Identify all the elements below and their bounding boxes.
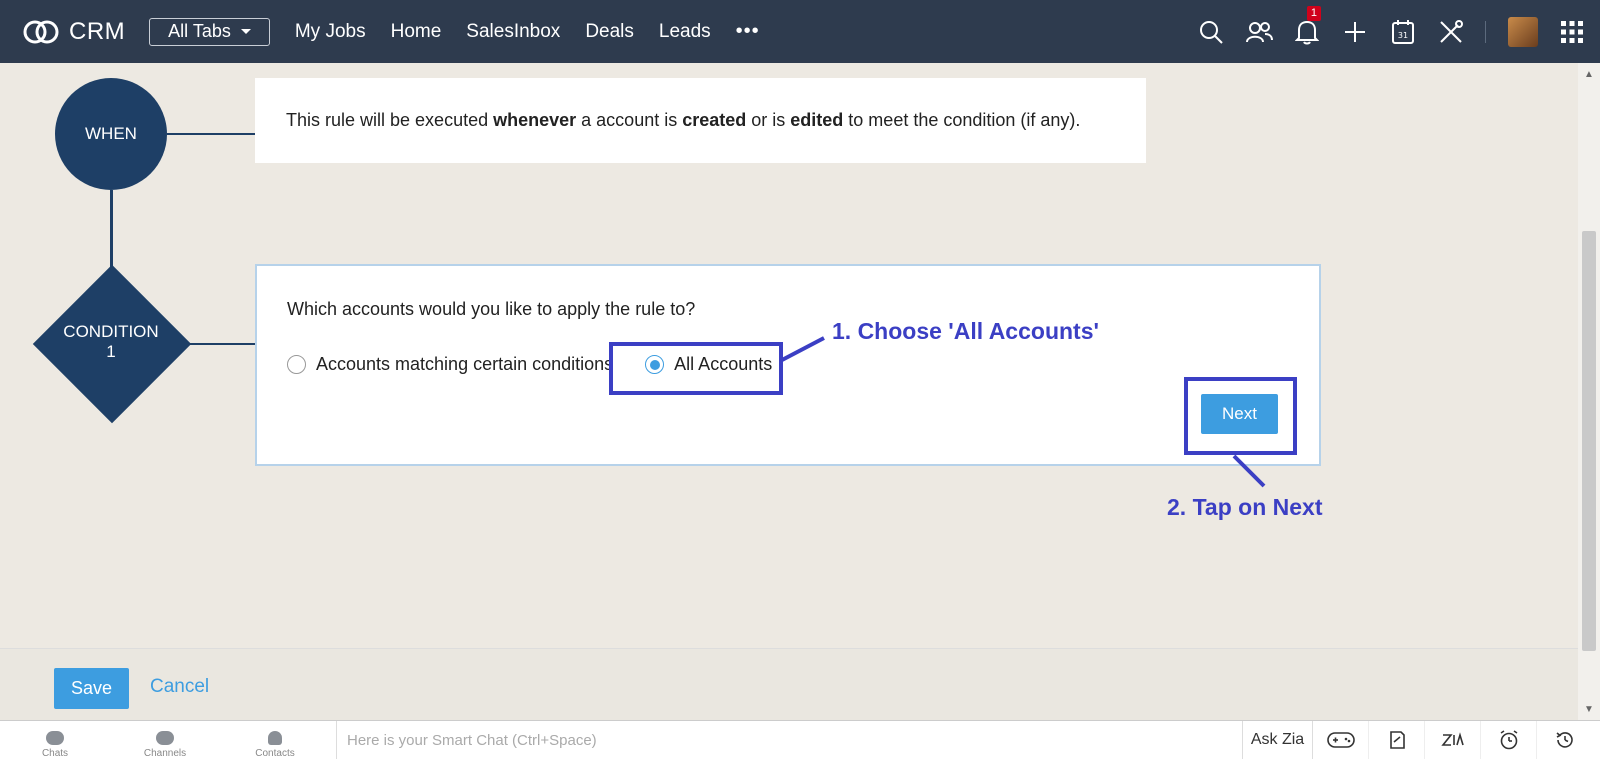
all-tabs-dropdown[interactable]: All Tabs (149, 17, 270, 46)
zia-button[interactable] (1425, 721, 1481, 759)
smart-chat-bar: Chats Channels Contacts Here is your Sma… (0, 720, 1600, 759)
condition-label-text: CONDITION (63, 322, 159, 341)
search-icon (1200, 20, 1223, 44)
chat-bubble-icon (46, 731, 64, 745)
tools-icon (1440, 19, 1463, 43)
channels-tab-label: Channels (143, 748, 187, 759)
when-description-card: This rule will be executed whenever a ac… (255, 78, 1146, 163)
users-button[interactable] (1235, 0, 1283, 63)
nav-salesinbox[interactable]: SalesInbox (466, 21, 560, 43)
when-text-bold: edited (790, 110, 844, 130)
when-text-part: This rule will be executed (286, 110, 494, 130)
condition-node-label: CONDITION 1 (33, 322, 189, 362)
condition-question: Which accounts would you like to apply t… (287, 299, 696, 319)
connector-line (188, 343, 255, 345)
nav-deals[interactable]: Deals (585, 21, 634, 43)
create-button[interactable] (1331, 0, 1379, 63)
users-icon (1246, 21, 1273, 42)
vertical-scrollbar[interactable]: ▲ ▼ (1578, 63, 1600, 720)
annotation-step2: 2. Tap on Next (1167, 494, 1323, 520)
svg-text:31: 31 (1398, 31, 1408, 40)
cancel-link[interactable]: Cancel (150, 676, 209, 698)
all-tabs-label: All Tabs (168, 21, 231, 41)
save-button[interactable]: Save (54, 668, 129, 709)
annotation-box-next (1184, 377, 1297, 455)
alarm-button[interactable] (1481, 721, 1537, 759)
caret-down-icon (240, 29, 251, 34)
history-icon (1556, 732, 1573, 748)
smart-chat-input[interactable]: Here is your Smart Chat (Ctrl+Space) (336, 721, 1243, 759)
calendar-button[interactable]: 31 (1379, 0, 1427, 63)
apps-grid-icon (1561, 20, 1583, 43)
when-description: This rule will be executed whenever a ac… (286, 110, 1080, 131)
radio-accounts-matching-label[interactable]: Accounts matching certain conditions (316, 354, 613, 375)
scroll-up-arrow-icon[interactable]: ▲ (1584, 69, 1594, 80)
history-button[interactable] (1537, 721, 1593, 759)
group-icon (156, 731, 174, 745)
notes-icon (1389, 731, 1405, 749)
radio-accounts-matching[interactable] (287, 355, 306, 374)
nav-leads[interactable]: Leads (659, 21, 711, 43)
gamepad-button[interactable] (1313, 721, 1369, 759)
notification-badge: 1 (1306, 6, 1321, 21)
condition-card: Which accounts would you like to apply t… (255, 264, 1321, 466)
when-node: WHEN (55, 78, 167, 190)
search-button[interactable] (1187, 0, 1235, 63)
separator (1485, 20, 1486, 43)
avatar[interactable] (1508, 16, 1538, 47)
contacts-tab-label: Contacts (255, 748, 295, 759)
action-footer: Save Cancel (0, 648, 1578, 720)
annotation-step1: 1. Choose 'All Accounts' (832, 318, 1099, 344)
nav-home[interactable]: Home (391, 21, 442, 43)
alarm-clock-icon (1500, 730, 1517, 750)
chats-tab-label: Chats (41, 748, 69, 759)
scroll-down-arrow-icon[interactable]: ▼ (1584, 704, 1594, 715)
person-icon (268, 731, 282, 745)
notifications-button[interactable]: 1 (1283, 0, 1331, 63)
more-tabs-button[interactable]: ••• (736, 20, 760, 43)
annotation-pointer-line (781, 336, 825, 362)
scrollbar-thumb[interactable] (1582, 231, 1596, 651)
gamepad-icon (1326, 732, 1355, 748)
when-text-part: a account is (576, 110, 683, 130)
when-text-part: or is (746, 110, 791, 130)
when-text-bold: whenever (493, 110, 577, 130)
notes-button[interactable] (1369, 721, 1425, 759)
ask-zia-button[interactable]: Ask Zia (1243, 721, 1313, 759)
annotation-pointer-line (1232, 454, 1266, 488)
contacts-tab[interactable]: Contacts (220, 721, 330, 759)
plus-icon (1345, 21, 1365, 42)
calendar-icon: 31 (1392, 19, 1414, 44)
logo-text: CRM (69, 17, 126, 45)
connector-line (167, 133, 255, 135)
bell-icon (1295, 20, 1319, 44)
crm-logo[interactable]: CRM (22, 18, 125, 46)
connector-line (110, 190, 113, 270)
channels-tab[interactable]: Channels (110, 721, 220, 759)
zia-icon (1440, 732, 1464, 746)
nav-my-jobs[interactable]: My Jobs (295, 21, 366, 43)
crm-logo-icon (23, 20, 59, 43)
top-navigation-bar: CRM All Tabs My Jobs Home SalesInbox Dea… (0, 0, 1600, 63)
when-text-bold: created (682, 110, 747, 130)
annotation-box-all-accounts (609, 342, 783, 395)
condition-number: 1 (106, 342, 116, 361)
chats-tab[interactable]: Chats (0, 721, 110, 759)
when-text-part: to meet the condition (if any). (843, 110, 1081, 130)
setup-button[interactable] (1427, 0, 1475, 63)
apps-button[interactable] (1552, 0, 1592, 63)
